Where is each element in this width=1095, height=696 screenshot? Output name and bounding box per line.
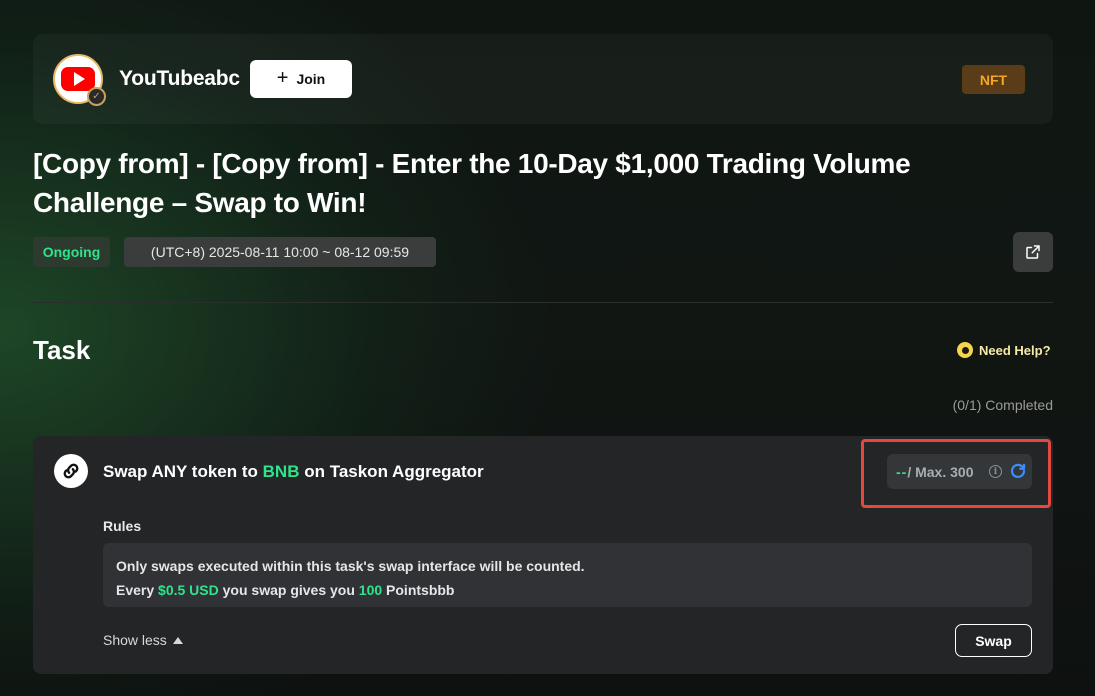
- info-icon[interactable]: i: [989, 465, 1002, 478]
- swap-link-icon: [54, 454, 88, 488]
- help-icon: [957, 342, 973, 358]
- swap-button[interactable]: Swap: [955, 624, 1032, 657]
- join-label: Join: [296, 71, 326, 87]
- show-less-toggle[interactable]: Show less: [103, 632, 183, 648]
- rules-box: Only swaps executed within this task's s…: [103, 543, 1032, 607]
- rule-line-2: Every $0.5 USD you swap gives you 100 Po…: [116, 578, 1019, 602]
- rules-label: Rules: [103, 518, 142, 534]
- channel-header-card: ✓ YouTubeabc + Join NFT: [33, 34, 1053, 124]
- youtube-logo-icon: [61, 67, 95, 91]
- task-title-prefix: Swap ANY token to: [103, 462, 263, 481]
- progress-pill: -- / Max. 300 i: [887, 454, 1032, 489]
- nft-badge: NFT: [962, 65, 1025, 94]
- rule-line-1: Only swaps executed within this task's s…: [116, 558, 585, 574]
- verified-badge-icon: ✓: [87, 87, 106, 106]
- plus-icon: +: [276, 67, 289, 89]
- external-link-icon: [1026, 245, 1040, 259]
- progress-max: / Max. 300: [907, 463, 974, 480]
- divider: [33, 302, 1053, 303]
- rule-points: 100: [358, 582, 383, 598]
- rule-amount: $0.5 USD: [158, 582, 219, 598]
- share-button[interactable]: [1013, 232, 1053, 272]
- task-title-suffix: on Taskon Aggregator: [299, 462, 484, 481]
- rule-text: Pointsbbb: [382, 582, 455, 598]
- rule-text: Every: [116, 582, 159, 598]
- show-less-label: Show less: [103, 632, 167, 648]
- page-title: [Copy from] - [Copy from] - Enter the 10…: [33, 148, 911, 218]
- task-section-title: Task: [33, 335, 91, 365]
- status-badge: Ongoing: [33, 237, 110, 267]
- need-help-link[interactable]: Need Help?: [957, 341, 1051, 359]
- task-card: Swap ANY token to BNB on Taskon Aggregat…: [33, 436, 1053, 674]
- join-button[interactable]: + Join: [250, 60, 352, 98]
- rule-text: you swap gives you: [218, 582, 359, 598]
- completed-count: (0/1) Completed: [952, 397, 1053, 413]
- channel-name[interactable]: YouTubeabc: [119, 67, 240, 91]
- caret-up-icon: [172, 636, 183, 644]
- task-title-token: BNB: [262, 462, 300, 481]
- date-range: (UTC+8) 2025-08-11 10:00 ~ 08-12 09:59: [124, 237, 436, 267]
- need-help-label: Need Help?: [979, 342, 1051, 358]
- refresh-icon[interactable]: [1009, 462, 1027, 480]
- task-title: Swap ANY token to BNB on Taskon Aggregat…: [103, 462, 484, 482]
- progress-current: --: [896, 463, 908, 480]
